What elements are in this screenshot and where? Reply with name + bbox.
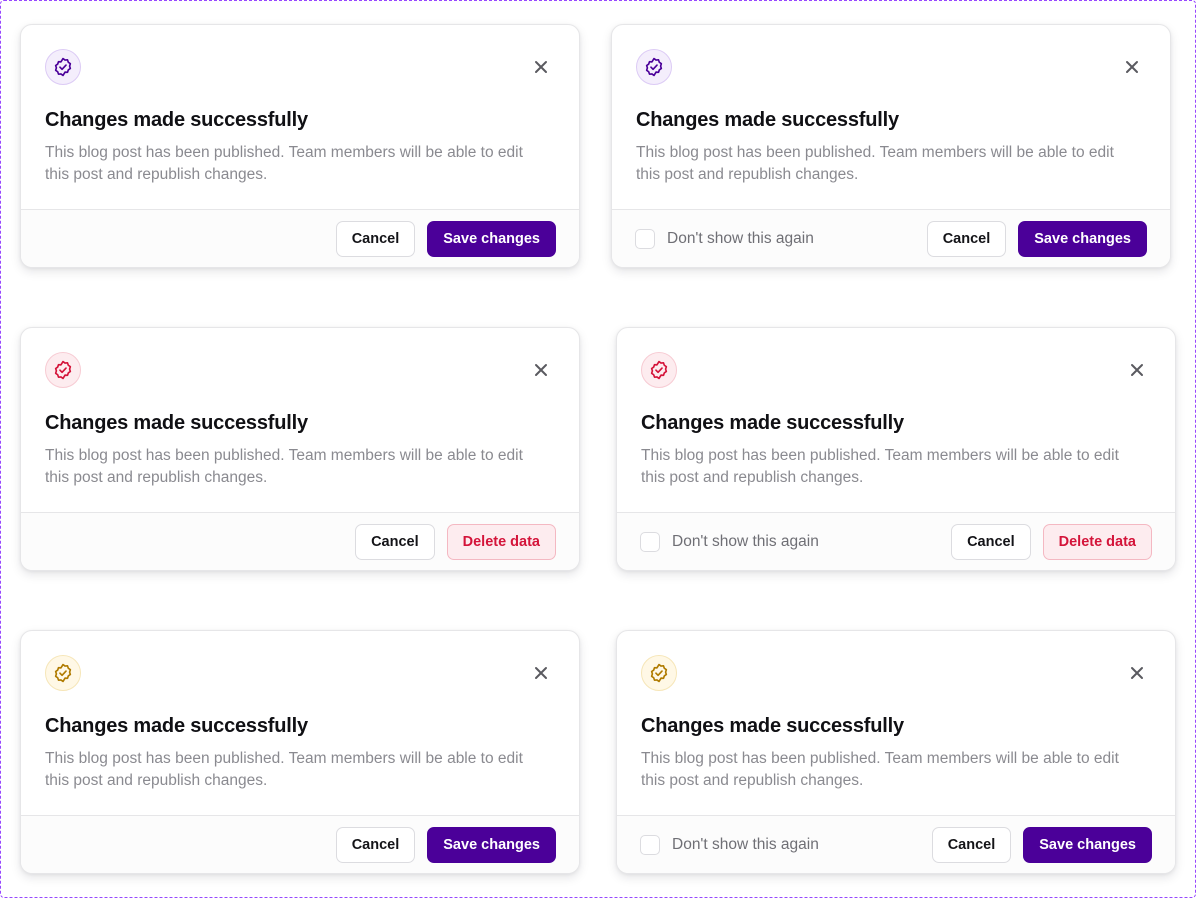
close-button[interactable] xyxy=(529,55,553,79)
modal-description: This blog post has been published. Team … xyxy=(641,447,1119,486)
save-changes-button[interactable]: Save changes xyxy=(1023,827,1152,863)
cancel-button[interactable]: Cancel xyxy=(926,221,1007,257)
modal-body: Changes made successfully This blog post… xyxy=(617,631,1175,815)
modal-body: Changes made successfully This blog post… xyxy=(21,631,579,815)
delete-data-button[interactable]: Delete data xyxy=(446,524,556,560)
featured-icon xyxy=(641,655,677,691)
close-button[interactable] xyxy=(1125,358,1149,382)
save-changes-button[interactable]: Save changes xyxy=(427,827,556,863)
badge-check-icon xyxy=(54,57,72,77)
featured-icon xyxy=(636,49,672,85)
modal-title: Changes made successfully xyxy=(641,412,904,434)
checkbox-box[interactable] xyxy=(635,229,655,249)
modal-body: Changes made successfully This blog post… xyxy=(21,328,579,512)
badge-check-icon xyxy=(650,663,668,683)
modal-footer: Don't show this again Cancel Save change… xyxy=(612,209,1170,267)
modal-description: This blog post has been published. Team … xyxy=(45,144,523,183)
modal-title: Changes made successfully xyxy=(636,109,899,131)
badge-check-icon xyxy=(54,663,72,683)
success-modal-purple: Changes made successfully This blog post… xyxy=(20,24,580,268)
featured-icon xyxy=(45,49,81,85)
cancel-button[interactable]: Cancel xyxy=(931,827,1012,863)
cancel-button[interactable]: Cancel xyxy=(355,524,435,560)
success-modal-red: Changes made successfully This blog post… xyxy=(20,327,580,571)
badge-check-icon xyxy=(54,360,72,380)
close-button[interactable] xyxy=(1120,55,1144,79)
success-modal-yellow-checkbox: Changes made successfully This blog post… xyxy=(616,630,1176,874)
cancel-button[interactable]: Cancel xyxy=(335,221,416,257)
modal-description: This blog post has been published. Team … xyxy=(636,144,1114,183)
checkbox-label: Don't show this again xyxy=(672,533,819,550)
checkbox-box[interactable] xyxy=(640,835,660,855)
dont-show-again-checkbox[interactable]: Don't show this again xyxy=(640,835,819,855)
modal-description: This blog post has been published. Team … xyxy=(45,750,523,789)
delete-data-button[interactable]: Delete data xyxy=(1042,524,1152,560)
modal-title: Changes made successfully xyxy=(45,715,308,737)
save-changes-button[interactable]: Save changes xyxy=(427,221,556,257)
modal-footer: Cancel Save changes xyxy=(21,815,579,873)
modal-title: Changes made successfully xyxy=(641,715,904,737)
cancel-button[interactable]: Cancel xyxy=(335,827,416,863)
close-icon xyxy=(1126,61,1138,73)
badge-check-icon xyxy=(650,360,668,380)
modal-description: This blog post has been published. Team … xyxy=(641,750,1119,789)
modal-description: This blog post has been published. Team … xyxy=(45,447,523,486)
success-modal-yellow: Changes made successfully This blog post… xyxy=(20,630,580,874)
close-icon xyxy=(535,61,547,73)
cancel-button[interactable]: Cancel xyxy=(951,524,1031,560)
badge-check-icon xyxy=(645,57,663,77)
modal-footer: Don't show this again Cancel Delete data xyxy=(617,512,1175,570)
save-changes-button[interactable]: Save changes xyxy=(1018,221,1147,257)
close-icon xyxy=(535,667,547,679)
dont-show-again-checkbox[interactable]: Don't show this again xyxy=(640,532,819,552)
modal-body: Changes made successfully This blog post… xyxy=(21,25,579,209)
featured-icon xyxy=(641,352,677,388)
featured-icon xyxy=(45,352,81,388)
modal-body: Changes made successfully This blog post… xyxy=(612,25,1170,209)
modal-title: Changes made successfully xyxy=(45,412,308,434)
success-modal-purple-checkbox: Changes made successfully This blog post… xyxy=(611,24,1171,268)
checkbox-label: Don't show this again xyxy=(672,836,819,853)
close-icon xyxy=(1131,364,1143,376)
featured-icon xyxy=(45,655,81,691)
close-button[interactable] xyxy=(529,358,553,382)
checkbox-box[interactable] xyxy=(640,532,660,552)
close-icon xyxy=(1131,667,1143,679)
modal-body: Changes made successfully This blog post… xyxy=(617,328,1175,512)
close-button[interactable] xyxy=(1125,661,1149,685)
success-modal-red-checkbox: Changes made successfully This blog post… xyxy=(616,327,1176,571)
checkbox-label: Don't show this again xyxy=(667,230,814,247)
close-icon xyxy=(535,364,547,376)
dont-show-again-checkbox[interactable]: Don't show this again xyxy=(635,229,814,249)
close-button[interactable] xyxy=(529,661,553,685)
modal-footer: Cancel Save changes xyxy=(21,209,579,267)
modal-footer: Don't show this again Cancel Save change… xyxy=(617,815,1175,873)
modal-footer: Cancel Delete data xyxy=(21,512,579,570)
modal-title: Changes made successfully xyxy=(45,109,308,131)
